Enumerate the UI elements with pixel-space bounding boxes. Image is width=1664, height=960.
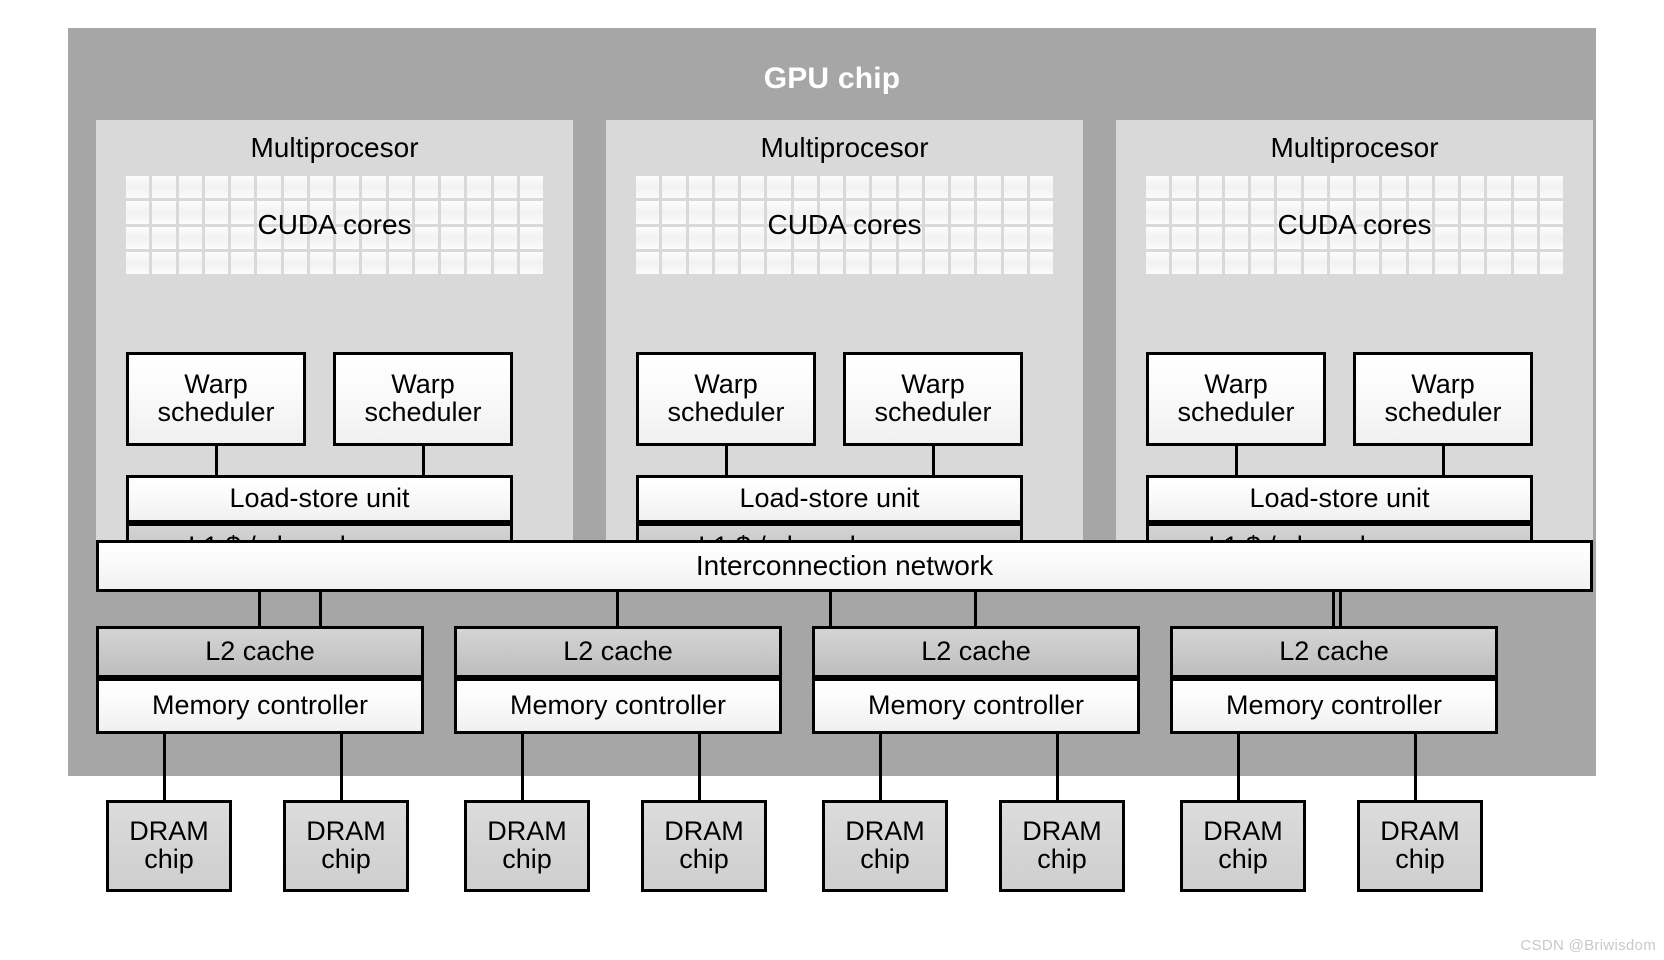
- load-store-unit-1: Load-store unit: [636, 475, 1023, 523]
- l2-cache-1: L2 cache: [454, 626, 782, 678]
- connector-memctrl2-to-dram0: [879, 734, 882, 800]
- load-store-unit-0: Load-store unit: [126, 475, 513, 523]
- memory-controller-1: Memory controller: [454, 678, 782, 734]
- gpu-chip-title: GPU chip: [763, 62, 901, 95]
- interconnection-network: Interconnection network: [96, 540, 1593, 592]
- cuda-cores-block-1: CUDA cores: [636, 176, 1053, 274]
- connector-interconnect-to-l2-3: [1332, 592, 1335, 626]
- dram-label-line1: DRAM: [1203, 816, 1283, 847]
- gpu-chip-container: GPU chip Multiprocesor CUDA cores Warp s…: [68, 28, 1596, 776]
- multiprocessor-title-0: Multiprocesor: [250, 132, 419, 163]
- memory-controller-3: Memory controller: [1170, 678, 1498, 734]
- dram-chip-2-0: DRAM chip: [822, 800, 948, 892]
- warp-scheduler-2-1: Warp scheduler: [1353, 352, 1533, 446]
- dram-chip-2-1: DRAM chip: [999, 800, 1125, 892]
- connector-interconnect-to-l2-1: [616, 592, 619, 626]
- dram-label-line2: chip: [860, 844, 910, 874]
- dram-label-line1: DRAM: [1022, 816, 1102, 847]
- dram-label-line2: chip: [1037, 844, 1087, 874]
- multiprocessor-panel-1: Multiprocesor CUDA cores Warp scheduler …: [606, 120, 1083, 571]
- connector-memctrl0-to-dram1: [340, 734, 343, 800]
- connector-memctrl2-to-dram1: [1056, 734, 1059, 800]
- warp-scheduler-0-1: Warp scheduler: [333, 352, 513, 446]
- memory-partition-2: L2 cache Memory controller: [812, 626, 1140, 746]
- cuda-cores-label-0: CUDA cores: [257, 209, 412, 240]
- warp-scheduler-2-0: Warp scheduler: [1146, 352, 1326, 446]
- memory-controller-2: Memory controller: [812, 678, 1140, 734]
- dram-chip-0-0: DRAM chip: [106, 800, 232, 892]
- connector-memctrl3-to-dram1: [1414, 734, 1417, 800]
- connector-warp0-to-lsu: [215, 446, 218, 475]
- connector-memctrl1-to-dram0: [521, 734, 524, 800]
- load-store-unit-2: Load-store unit: [1146, 475, 1533, 523]
- multiprocessor-panel-2: Multiprocesor CUDA cores Warp scheduler …: [1116, 120, 1593, 571]
- cuda-cores-label-2: CUDA cores: [1277, 209, 1432, 240]
- warp-scheduler-0-0: Warp scheduler: [126, 352, 306, 446]
- dram-chip-3-1: DRAM chip: [1357, 800, 1483, 892]
- connector-interconnect-to-l2-2: [974, 592, 977, 626]
- connector-interconnect-to-l2-0: [258, 592, 261, 626]
- dram-label-line2: chip: [1218, 844, 1268, 874]
- dram-label-line1: DRAM: [845, 816, 925, 847]
- multiprocessor-title-2: Multiprocesor: [1270, 132, 1439, 163]
- connector-warp1-to-lsu: [422, 446, 425, 475]
- l2-cache-3: L2 cache: [1170, 626, 1498, 678]
- watermark: CSDN @Briwisdom: [1520, 937, 1656, 954]
- dram-chip-1-1: DRAM chip: [641, 800, 767, 892]
- diagram-canvas: GPU chip Multiprocesor CUDA cores Warp s…: [0, 0, 1664, 960]
- dram-label-line1: DRAM: [664, 816, 744, 847]
- connector-warp0-to-lsu: [725, 446, 728, 475]
- warp-scheduler-1-0: Warp scheduler: [636, 352, 816, 446]
- connector-memctrl0-to-dram0: [163, 734, 166, 800]
- connector-memctrl1-to-dram1: [698, 734, 701, 800]
- dram-label-line2: chip: [144, 844, 194, 874]
- dram-chip-3-0: DRAM chip: [1180, 800, 1306, 892]
- dram-label-line1: DRAM: [129, 816, 209, 847]
- multiprocessor-panel-0: Multiprocesor CUDA cores Warp scheduler …: [96, 120, 573, 571]
- memory-controller-0: Memory controller: [96, 678, 424, 734]
- memory-partition-3: L2 cache Memory controller: [1170, 626, 1498, 746]
- connector-warp1-to-lsu: [1442, 446, 1445, 475]
- dram-label-line2: chip: [321, 844, 371, 874]
- connector-warp0-to-lsu: [1235, 446, 1238, 475]
- cuda-cores-label-1: CUDA cores: [767, 209, 922, 240]
- l2-cache-2: L2 cache: [812, 626, 1140, 678]
- dram-label-line1: DRAM: [487, 816, 567, 847]
- cuda-cores-block-0: CUDA cores: [126, 176, 543, 274]
- dram-chip-1-0: DRAM chip: [464, 800, 590, 892]
- multiprocessor-title-1: Multiprocesor: [760, 132, 929, 163]
- connector-memctrl3-to-dram0: [1237, 734, 1240, 800]
- connector-warp1-to-lsu: [932, 446, 935, 475]
- cuda-cores-block-2: CUDA cores: [1146, 176, 1563, 274]
- memory-partition-0: L2 cache Memory controller: [96, 626, 424, 746]
- l2-cache-0: L2 cache: [96, 626, 424, 678]
- dram-label-line1: DRAM: [306, 816, 386, 847]
- warp-scheduler-1-1: Warp scheduler: [843, 352, 1023, 446]
- dram-label-line2: chip: [502, 844, 552, 874]
- dram-chip-0-1: DRAM chip: [283, 800, 409, 892]
- dram-label-line1: DRAM: [1380, 816, 1460, 847]
- dram-label-line2: chip: [679, 844, 729, 874]
- dram-label-line2: chip: [1395, 844, 1445, 874]
- memory-partition-1: L2 cache Memory controller: [454, 626, 782, 746]
